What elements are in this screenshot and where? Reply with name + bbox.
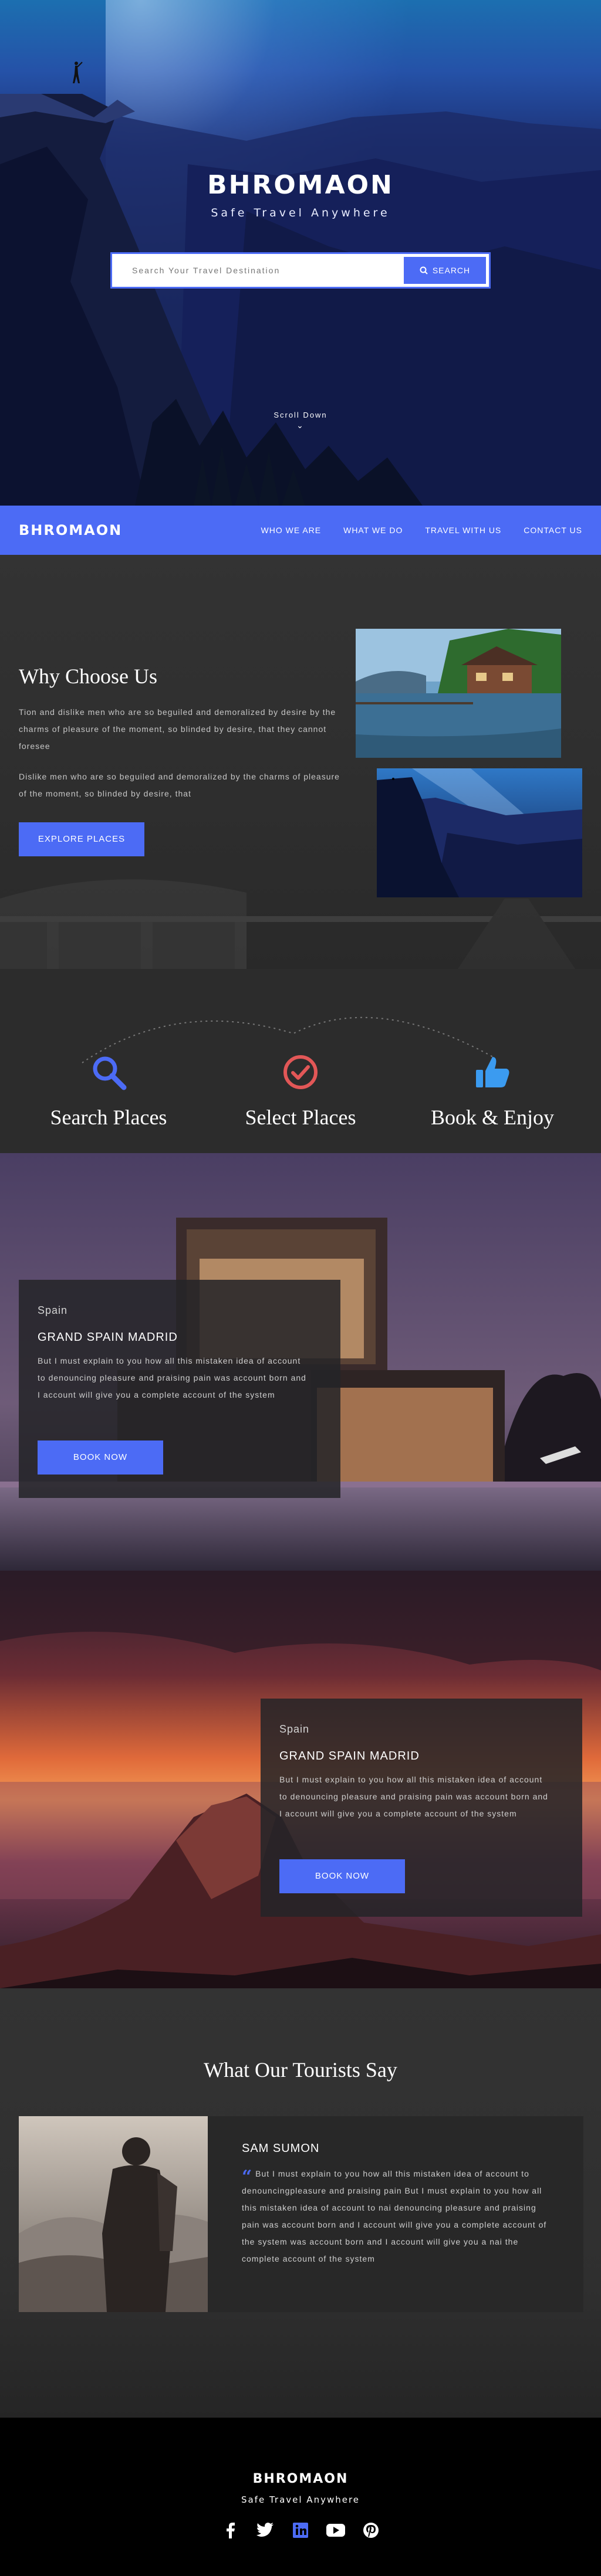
search-icon [93,1056,127,1090]
testimonial-author: SAM SUMON [242,2142,320,2155]
thumbs-up-icon [476,1057,509,1087]
destination-card: Spain GRAND SPAIN MADRID But I must expl… [261,1699,582,1917]
search-icon [420,266,428,274]
testimonials-section: What Our Tourists Say SAM SUMON “ But I … [0,1988,601,2418]
step-search-places: Search Places [23,1049,194,1130]
footer-tagline: Safe Travel Anywhere [241,2494,360,2505]
book-now-button[interactable]: BOOK NOW [279,1859,405,1893]
why-paragraph-2: Dislike men who are so beguiled and demo… [19,772,340,798]
destination-name: GRAND SPAIN MADRID [38,1331,178,1344]
social-links [0,2520,601,2540]
step-label: Search Places [50,1106,167,1129]
footer-logo[interactable]: BHROMAON [0,2472,601,2486]
hero-title: BHROMAON [207,170,394,200]
linkedin-icon[interactable] [291,2520,310,2540]
destination-panel-2: Spain GRAND SPAIN MADRID But I must expl… [0,1571,601,1988]
destination-description: But I must explain to you how all this m… [279,1775,548,1818]
why-choose-us-section: Why Choose Us Tion and dislike men who a… [0,555,601,969]
how-it-works-section: Search Places Select Places Book & Enjoy [0,969,601,1153]
step-label: Book & Enjoy [430,1106,554,1129]
step-label: Select Places [245,1106,356,1129]
search-button[interactable]: SEARCH [404,257,486,284]
testimonial-quote: “ But I must explain to you how all this… [242,2165,547,2267]
hero-search-box: SEARCH [110,252,491,289]
testimonial-text: But I must explain to you how all this m… [242,2169,547,2263]
search-button-label: SEARCH [432,266,471,275]
destination-search-input[interactable] [112,254,401,287]
nav-item-travel-with-us[interactable]: TRAVEL WITH US [425,526,501,535]
nav-item-who-we-are[interactable]: WHO WE ARE [261,526,322,535]
mountain-valley-image [377,768,582,897]
main-navbar: BHROMAON WHO WE ARE WHAT WE DO TRAVEL WI… [0,506,601,555]
youtube-icon[interactable] [326,2520,346,2540]
destination-description: But I must explain to you how all this m… [38,1356,306,1399]
nav-logo[interactable]: BHROMAON [19,522,122,538]
book-now-button[interactable]: BOOK NOW [38,1440,163,1475]
hiker-figure [73,62,83,83]
testimonials-title: What Our Tourists Say [204,2058,397,2082]
nav-item-contact-us[interactable]: CONTACT US [524,526,582,535]
nav-item-what-we-do[interactable]: WHAT WE DO [343,526,403,535]
check-circle-icon [283,1055,318,1089]
destination-region: Spain [279,1723,310,1735]
destination-region: Spain [38,1304,68,1316]
scroll-down-label: Scroll Down [274,411,327,419]
step-select-places: Select Places [215,1049,386,1130]
why-paragraph-1: Tion and dislike men who are so beguiled… [19,707,336,751]
chevron-down-icon: ⌄ [296,421,305,430]
pinterest-icon[interactable] [361,2520,381,2540]
hero-section: BHROMAON Safe Travel Anywhere SEARCH Scr… [0,0,601,506]
nav-menu: WHO WE ARE WHAT WE DO TRAVEL WITH US CON… [261,526,582,535]
hero-mountains-image [0,94,601,506]
why-title: Why Choose Us [19,665,157,688]
explore-places-button[interactable]: EXPLORE PLACES [19,822,144,856]
facebook-icon[interactable] [220,2520,240,2540]
testimonial-card: SAM SUMON “ But I must explain to you ho… [19,2116,583,2312]
hero-subtitle: Safe Travel Anywhere [211,206,390,219]
site-footer: BHROMAON Safe Travel Anywhere [0,2418,601,2576]
quote-icon: “ [242,2167,253,2187]
lake-house-image [356,629,561,758]
destination-name: GRAND SPAIN MADRID [279,1750,420,1762]
destination-panel-1: Spain GRAND SPAIN MADRID But I must expl… [0,1153,601,1571]
scroll-down-link[interactable]: Scroll Down ⌄ [0,411,601,431]
twitter-icon[interactable] [255,2520,275,2540]
step-book-enjoy: Book & Enjoy [407,1049,578,1130]
traveler-photo [19,2116,208,2312]
destination-card: Spain GRAND SPAIN MADRID But I must expl… [19,1280,340,1498]
